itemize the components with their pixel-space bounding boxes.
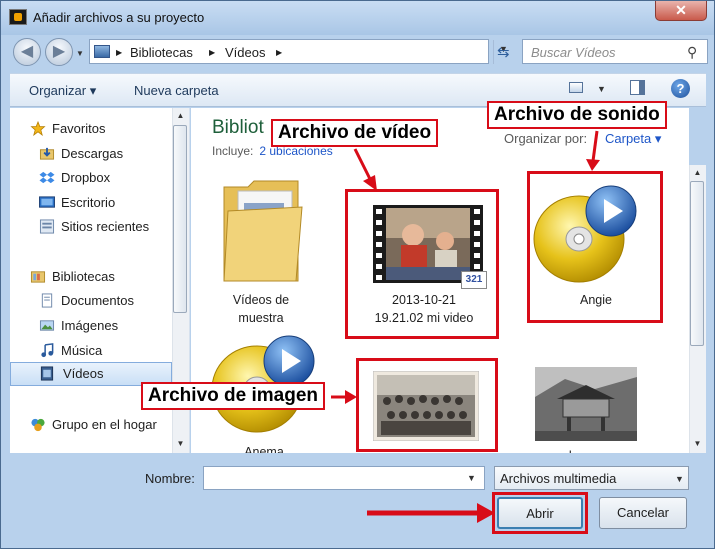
file-type-select[interactable]: Archivos multimedia ▼ <box>494 466 689 490</box>
image-arrowhead-icon <box>345 390 357 404</box>
audio-arrow-icon <box>591 130 599 162</box>
file-name-label: Nombre: <box>145 471 195 486</box>
file-name-input[interactable] <box>203 466 485 490</box>
chevron-down-icon: ▼ <box>675 474 684 484</box>
file-name-dropdown[interactable]: ▼ <box>467 473 476 483</box>
audio-arrowhead-icon <box>586 159 600 171</box>
video-arrow-icon <box>353 148 373 182</box>
open-highlight-box <box>492 492 588 534</box>
file-type-value: Archivos multimedia <box>500 471 617 486</box>
cancel-button[interactable]: Cancelar <box>599 497 687 529</box>
file-dialog-window: Añadir archivos a su proyecto ✕ ◀ ▶ ▼ ▶ … <box>0 0 715 549</box>
